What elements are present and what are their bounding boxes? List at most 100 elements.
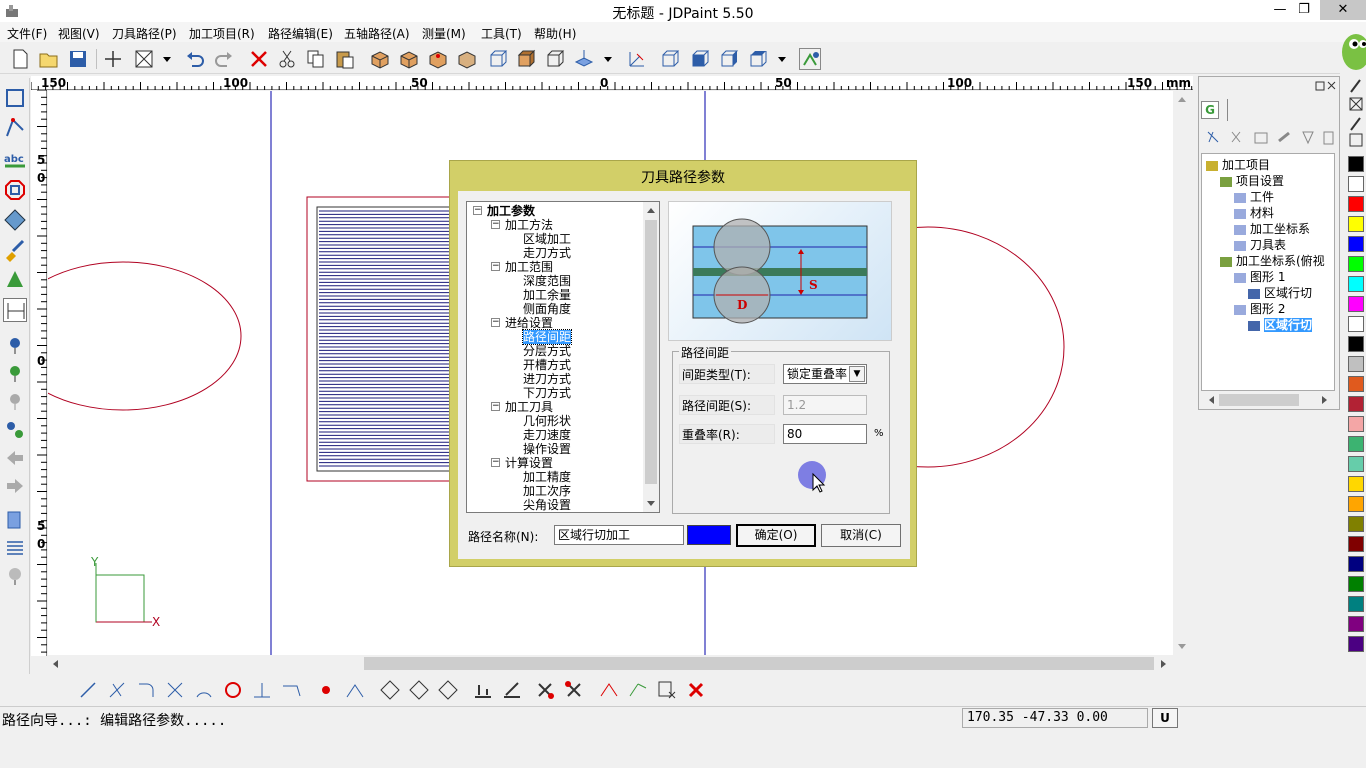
color-swatch[interactable] [1348, 596, 1364, 612]
collapse-icon[interactable]: − [491, 318, 500, 327]
menu-view[interactable]: 视图(V) [58, 25, 100, 42]
text-abc-icon[interactable]: abc [3, 148, 27, 172]
tree-hscroll[interactable] [1201, 391, 1335, 409]
param-tree-item[interactable]: 进给设置 [505, 316, 553, 330]
param-tree-item[interactable]: 路径间距 [521, 329, 573, 345]
color-swatch[interactable] [1348, 556, 1364, 572]
palette-tool-icons[interactable] [1347, 78, 1365, 148]
collapse-icon[interactable]: − [491, 402, 500, 411]
color-swatch[interactable] [1348, 416, 1364, 432]
color-swatch[interactable] [1348, 616, 1364, 632]
mirror-icon[interactable] [436, 678, 460, 702]
menu-file[interactable]: 文件(F) [7, 25, 47, 42]
color-swatch[interactable] [1348, 156, 1364, 172]
param-tree-item[interactable]: 进刀方式 [523, 372, 571, 386]
scroll-up-icon[interactable] [646, 206, 656, 214]
color-swatch[interactable] [1348, 276, 1364, 292]
redo-icon[interactable] [213, 48, 235, 70]
param-tree-item[interactable]: 走刀速度 [523, 428, 571, 442]
project-tree[interactable]: 加工项目 项目设置 工件 材料 加工坐标系 刀具表 加工坐标系(俯视 图形 1 区域行切 图形 2… [1201, 153, 1335, 391]
tree-item[interactable]: 加工坐标系 [1234, 220, 1310, 237]
param-tree-item[interactable]: 几何形状 [523, 414, 571, 428]
param-tree-item[interactable]: 走刀方式 [523, 246, 571, 260]
scroll-down-icon[interactable] [1177, 643, 1187, 651]
collapse-icon[interactable]: − [491, 262, 500, 271]
param-tree-item[interactable]: 区域加工 [523, 232, 571, 246]
octagon-icon[interactable] [3, 178, 27, 202]
rotate-view-icon[interactable] [573, 48, 595, 70]
color-swatch[interactable] [1348, 456, 1364, 472]
scroll-left-icon[interactable] [1207, 395, 1215, 405]
delete-node-icon[interactable] [655, 678, 679, 702]
scroll-thumb[interactable] [1219, 394, 1299, 406]
spacing-type-select[interactable]: 锁定重叠率 ▼ [783, 364, 867, 384]
panel-tool-icons[interactable] [1205, 129, 1335, 147]
select-rect-icon[interactable] [3, 86, 27, 110]
param-tree-item[interactable]: 加工参数 [487, 204, 535, 218]
close-button[interactable]: ✕ [1320, 0, 1366, 20]
dimension-icon[interactable] [3, 298, 27, 322]
unit-button[interactable]: U [1152, 708, 1178, 728]
align-bottom-icon[interactable] [471, 678, 495, 702]
color-swatch[interactable] [1348, 356, 1364, 372]
path-wizard-icon[interactable] [799, 48, 821, 70]
param-tree-item[interactable]: 分层方式 [523, 344, 571, 358]
tree-item[interactable]: 加工项目 [1206, 156, 1270, 173]
perpendicular-tool-icon[interactable] [250, 678, 274, 702]
param-tree[interactable]: − 加工参数 − 加工方法 区域加工 走刀方式 − 加工范围 深度范围 加工余量 侧面角度 − 进给设置… [466, 201, 660, 513]
color-swatch[interactable] [1348, 336, 1364, 352]
path-color-button[interactable] [687, 525, 731, 545]
view-box-3-icon[interactable] [427, 48, 449, 70]
crosshair-icon[interactable] [102, 48, 124, 70]
tree-item[interactable]: 项目设置 [1220, 172, 1284, 189]
intersect-tool-icon[interactable] [163, 678, 187, 702]
corner-tool-icon[interactable] [134, 678, 158, 702]
hatch-icon[interactable] [3, 536, 27, 560]
scroll-thumb[interactable] [364, 657, 1154, 670]
tree-item[interactable]: 材料 [1234, 204, 1274, 221]
solid-view-icon[interactable] [515, 48, 537, 70]
pin-green-icon[interactable] [3, 362, 27, 386]
wireframe-view-icon[interactable] [487, 48, 509, 70]
arrow-left-icon[interactable] [3, 446, 27, 470]
delete-icon[interactable] [248, 48, 270, 70]
view-dropdown-icon[interactable] [771, 48, 786, 70]
path-name-input[interactable]: 区域行切加工 [554, 525, 684, 545]
color-swatch[interactable] [1348, 316, 1364, 332]
horizontal-scrollbar[interactable] [48, 655, 1173, 672]
rotate-ccw-icon[interactable] [407, 678, 431, 702]
color-swatch[interactable] [1348, 236, 1364, 252]
select-dropdown-icon[interactable] [156, 48, 171, 70]
save-icon[interactable] [67, 48, 89, 70]
collapse-icon[interactable]: − [491, 220, 500, 229]
color-swatch[interactable] [1348, 636, 1364, 652]
arc-tool-icon[interactable] [192, 678, 216, 702]
collapse-icon[interactable]: − [491, 458, 500, 467]
color-swatch[interactable] [1348, 396, 1364, 412]
swap-icon[interactable] [3, 418, 27, 442]
cut-icon[interactable] [276, 48, 298, 70]
tree-item[interactable]: 图形 2 [1234, 300, 1285, 317]
color-swatch[interactable] [1348, 216, 1364, 232]
tree-item[interactable]: 区域行切 [1248, 316, 1313, 333]
pin-icon[interactable] [3, 334, 27, 358]
tab-g[interactable]: G [1201, 101, 1219, 119]
view-top-icon[interactable] [689, 48, 711, 70]
spacing-input[interactable]: 1.2 [783, 395, 867, 415]
paste-icon[interactable] [334, 48, 356, 70]
param-tree-item[interactable]: 下刀方式 [523, 386, 571, 400]
diamond-icon[interactable] [3, 208, 27, 232]
layers-icon[interactable] [3, 508, 27, 532]
cancel-red-icon[interactable] [684, 678, 708, 702]
node-edit-icon[interactable] [597, 678, 621, 702]
center-point-icon[interactable] [314, 678, 338, 702]
restore-button[interactable]: ❐ [1290, 0, 1318, 20]
param-tree-item[interactable]: 操作设置 [523, 442, 571, 456]
param-tree-item[interactable]: 加工次序 [523, 484, 571, 498]
color-swatch[interactable] [1348, 576, 1364, 592]
view-side-icon[interactable] [718, 48, 740, 70]
color-swatch[interactable] [1348, 296, 1364, 312]
scroll-up-icon[interactable] [1177, 95, 1187, 103]
view-box-4-icon[interactable] [456, 48, 478, 70]
shaded-view-icon[interactable] [544, 48, 566, 70]
